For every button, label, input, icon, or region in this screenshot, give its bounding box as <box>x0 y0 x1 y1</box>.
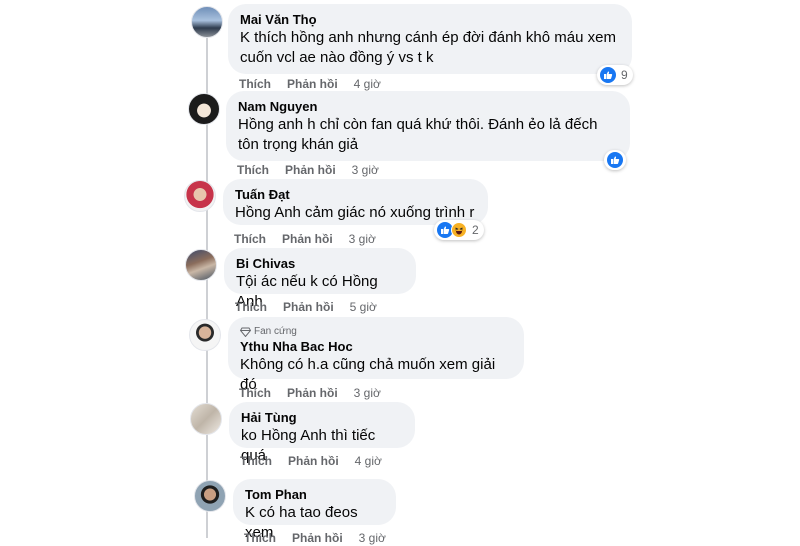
fan-badge[interactable]: Fan cứng <box>240 325 512 338</box>
comment-actions: Thích Phản hồi 5 giờ <box>235 299 377 315</box>
comment-time[interactable]: 4 giờ <box>354 76 381 92</box>
avatar[interactable] <box>184 180 216 212</box>
comment-bubble: Mai Văn Thọ K thích hồng anh nhưng cánh … <box>228 4 632 74</box>
like-button[interactable]: Thích <box>239 76 271 92</box>
comment-text: Hồng anh h chỉ còn fan quá khứ thôi. Đán… <box>238 116 598 133</box>
avatar[interactable] <box>188 93 220 125</box>
comment-author[interactable]: Bi Chivas <box>236 256 404 272</box>
reaction-count: 2 <box>472 223 479 237</box>
avatar[interactable] <box>189 319 221 351</box>
comment-author[interactable]: Nam Nguyen <box>238 99 618 115</box>
reply-button[interactable]: Phản hồi <box>288 453 339 469</box>
comment-bubble: Bi Chivas Tội ác nếu k có Hồng Anh <box>224 248 416 310</box>
comment-author[interactable]: Hải Tùng <box>241 410 403 426</box>
avatar[interactable] <box>191 6 223 38</box>
comment-actions: Thích Phản hồi 3 giờ <box>244 530 386 546</box>
comment-bubble: Fan cứng Ythu Nha Bac Hoc Không có h.a c… <box>228 317 524 393</box>
reaction-summary[interactable]: 2 <box>434 220 484 240</box>
avatar[interactable] <box>194 480 226 512</box>
comment-actions: Thích Phản hồi 4 giờ <box>240 453 382 469</box>
avatar[interactable] <box>185 249 217 281</box>
comment-bubble: Hải Tùng ko Hồng Anh thì tiếc quá <box>229 402 415 464</box>
comment-time[interactable]: 3 giờ <box>349 231 376 247</box>
comment-text: cuốn vcl ae nào đồng ý vs t k <box>240 49 434 66</box>
reply-button[interactable]: Phản hồi <box>292 530 343 546</box>
comment-text: K thích hồng anh nhưng cánh ép đời đánh … <box>240 29 616 46</box>
comment-bubble: Nam Nguyen Hồng anh h chỉ còn fan quá kh… <box>226 91 630 161</box>
comment-author[interactable]: Tom Phan <box>245 487 384 503</box>
comment-author[interactable]: Mai Văn Thọ <box>240 12 620 28</box>
comment-time[interactable]: 3 giờ <box>359 530 386 546</box>
comment-time[interactable]: 3 giờ <box>354 385 381 401</box>
like-button[interactable]: Thích <box>235 299 267 315</box>
like-button[interactable]: Thích <box>237 162 269 178</box>
diamond-icon <box>240 327 251 337</box>
like-button[interactable]: Thích <box>239 385 271 401</box>
reply-button[interactable]: Phản hồi <box>285 162 336 178</box>
reply-button[interactable]: Phản hồi <box>283 299 334 315</box>
comment-time[interactable]: 5 giờ <box>350 299 377 315</box>
comment-actions: Thích Phản hồi 3 giờ <box>239 385 381 401</box>
comment-time[interactable]: 4 giờ <box>355 453 382 469</box>
like-button[interactable]: Thích <box>244 530 276 546</box>
fan-badge-label: Fan cứng <box>254 326 297 337</box>
comment-author[interactable]: Tuấn Đạt <box>235 187 476 203</box>
like-button[interactable]: Thích <box>234 231 266 247</box>
reply-button[interactable]: Phản hồi <box>287 76 338 92</box>
haha-face-icon <box>451 222 467 238</box>
comment-actions: Thích Phản hồi 4 giờ <box>239 76 381 92</box>
comment-author[interactable]: Ythu Nha Bac Hoc <box>240 339 512 355</box>
comment-time[interactable]: 3 giờ <box>352 162 379 178</box>
thumbs-up-icon <box>600 67 616 83</box>
reaction-count: 9 <box>621 68 628 82</box>
like-button[interactable]: Thích <box>240 453 272 469</box>
comment-actions: Thích Phản hồi 3 giờ <box>234 231 376 247</box>
comment-text: tôn trọng khán giả <box>238 136 359 153</box>
comment-bubble: Tom Phan K có ha tao đeos xem <box>233 479 396 541</box>
thumbs-up-icon <box>607 152 623 168</box>
reaction-summary[interactable]: 9 <box>597 65 633 85</box>
avatar[interactable] <box>190 403 222 435</box>
reply-button[interactable]: Phản hồi <box>282 231 333 247</box>
reaction-summary[interactable] <box>604 150 626 170</box>
reply-button[interactable]: Phản hồi <box>287 385 338 401</box>
comment-actions: Thích Phản hồi 3 giờ <box>237 162 379 178</box>
comment-bubble: Tuấn Đạt Hồng Anh cảm giác nó xuống trìn… <box>223 179 488 225</box>
